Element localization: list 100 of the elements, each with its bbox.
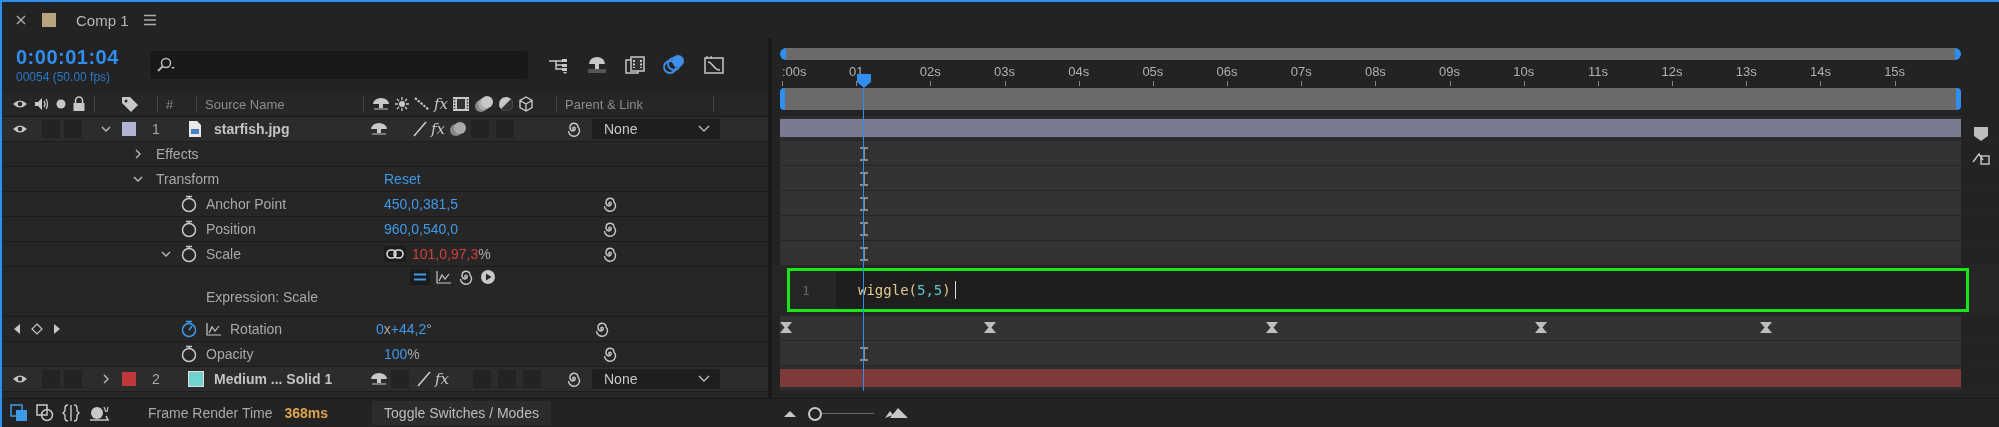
- comp-button-icon[interactable]: [1971, 150, 1991, 166]
- time-label: 14s: [1809, 64, 1831, 79]
- property-name[interactable]: Rotation: [230, 321, 376, 337]
- spiral-icon[interactable]: [602, 346, 618, 362]
- play-icon[interactable]: [480, 269, 496, 285]
- keyframe-icon[interactable]: [780, 322, 792, 333]
- film-icon[interactable]: [624, 55, 646, 75]
- label-color[interactable]: [122, 122, 136, 136]
- menu-icon[interactable]: [142, 14, 157, 26]
- spiral-icon[interactable]: [458, 269, 474, 285]
- add-keyframe-icon[interactable]: [31, 323, 43, 335]
- zoom-in-icon[interactable]: [884, 407, 910, 419]
- layer-name[interactable]: Medium ... Solid 1: [214, 371, 370, 387]
- layers-icon[interactable]: [10, 404, 28, 422]
- spiral-icon[interactable]: [566, 371, 582, 387]
- cube-icon[interactable]: [518, 96, 534, 112]
- overlap-icon[interactable]: [36, 404, 54, 422]
- keyframe-icon[interactable]: [984, 322, 997, 333]
- property-name[interactable]: Position: [206, 221, 384, 237]
- speaker-icon[interactable]: [34, 97, 50, 111]
- stopwatch-icon[interactable]: [180, 195, 198, 213]
- chevron-down-icon: [698, 125, 710, 133]
- source-name-column-header[interactable]: Source Name: [205, 96, 355, 112]
- property-name[interactable]: Opacity: [206, 346, 384, 362]
- diagonal-icon[interactable]: [414, 96, 430, 112]
- property-name[interactable]: Scale: [206, 246, 384, 262]
- stopwatch-icon[interactable]: [180, 220, 198, 238]
- property-value[interactable]: 100%: [384, 346, 420, 362]
- effects-switch[interactable]: fx: [431, 120, 445, 138]
- property-name[interactable]: Effects: [156, 146, 384, 162]
- effects-switch[interactable]: fx: [435, 370, 449, 388]
- effects-switch-header[interactable]: fx: [434, 95, 448, 113]
- search-field[interactable]: [150, 51, 528, 79]
- property-name[interactable]: Anchor Point: [206, 196, 384, 212]
- circles-icon[interactable]: [662, 54, 686, 76]
- graph-icon[interactable]: [436, 270, 452, 284]
- property-value[interactable]: Reset: [384, 171, 421, 187]
- zoom-slider[interactable]: [808, 406, 874, 420]
- solo-icon[interactable]: [56, 99, 66, 109]
- circles-icon[interactable]: [474, 95, 494, 113]
- shy-icon[interactable]: [370, 372, 388, 386]
- keyframe-icon[interactable]: [1266, 322, 1279, 333]
- property-value[interactable]: 0x+44,2°: [376, 321, 432, 337]
- property-value[interactable]: 960,0,540,0: [384, 221, 458, 237]
- sun-icon[interactable]: [394, 96, 410, 112]
- spiral-icon[interactable]: [602, 246, 618, 262]
- label-color[interactable]: [122, 372, 136, 386]
- shy-icon[interactable]: [372, 97, 390, 111]
- spiral-icon[interactable]: [602, 221, 618, 237]
- equals-icon[interactable]: [410, 269, 430, 285]
- time-label: 13s: [1735, 64, 1757, 79]
- time-label: 04s: [1068, 64, 1090, 79]
- stopwatch-icon[interactable]: [180, 345, 198, 363]
- time-label: 11s: [1587, 64, 1608, 79]
- keyframe-icon[interactable]: [1534, 322, 1547, 333]
- parent-dropdown[interactable]: None: [592, 119, 720, 139]
- previous-keyframe-icon[interactable]: [12, 323, 22, 335]
- stopwatch-icon[interactable]: [180, 320, 198, 338]
- time-label: 08s: [1364, 64, 1386, 79]
- toggle-switches-button[interactable]: Toggle Switches / Modes: [372, 401, 551, 425]
- time-label: 12s: [1661, 64, 1683, 79]
- zoom-out-icon[interactable]: [782, 408, 798, 418]
- time-label: 06s: [1216, 64, 1238, 79]
- graph-icon[interactable]: [702, 54, 726, 76]
- spiral-icon[interactable]: [602, 196, 618, 212]
- half-circle-icon[interactable]: [498, 96, 514, 112]
- next-keyframe-icon[interactable]: [52, 323, 62, 335]
- eye-icon[interactable]: [12, 373, 28, 385]
- time-label: 02s: [919, 64, 941, 79]
- number-column-header[interactable]: #: [166, 96, 188, 112]
- property-value[interactable]: 101,0,97,3%: [412, 246, 491, 262]
- parent-link-column-header[interactable]: Parent & Link: [565, 96, 705, 112]
- tag-icon[interactable]: [121, 96, 139, 112]
- graph-icon[interactable]: [206, 322, 222, 336]
- layer-name[interactable]: starfish.jpg: [214, 121, 370, 137]
- stopwatch-icon[interactable]: [180, 245, 198, 263]
- eye-icon[interactable]: [12, 123, 28, 135]
- property-value[interactable]: 450,0,381,5: [384, 196, 458, 212]
- lock-icon[interactable]: [72, 96, 86, 112]
- eye-icon[interactable]: [12, 98, 28, 110]
- slash-icon[interactable]: [416, 371, 432, 387]
- braces-icon[interactable]: [62, 404, 80, 422]
- spiral-icon[interactable]: [594, 321, 610, 337]
- time-label: 05s: [1142, 64, 1164, 79]
- link-icon[interactable]: [384, 246, 406, 262]
- keyframe-icon[interactable]: [1760, 322, 1773, 333]
- circles-icon[interactable]: [448, 120, 468, 138]
- parent-dropdown[interactable]: None: [592, 369, 720, 389]
- comp-tab[interactable]: Comp 1: [76, 11, 129, 29]
- current-time[interactable]: 0:00:01:04: [16, 45, 150, 69]
- shy-icon[interactable]: [370, 122, 388, 136]
- close-icon[interactable]: [16, 15, 26, 25]
- slash-icon[interactable]: [412, 121, 428, 137]
- shy-icon[interactable]: [586, 55, 608, 75]
- property-name[interactable]: Transform: [156, 171, 384, 187]
- film-icon[interactable]: [452, 96, 470, 112]
- search-icon: [156, 57, 178, 73]
- spiral-icon[interactable]: [566, 121, 582, 137]
- frame-count: 00054 (50.00 fps): [16, 68, 112, 85]
- time-label: 15s: [1884, 64, 1906, 79]
